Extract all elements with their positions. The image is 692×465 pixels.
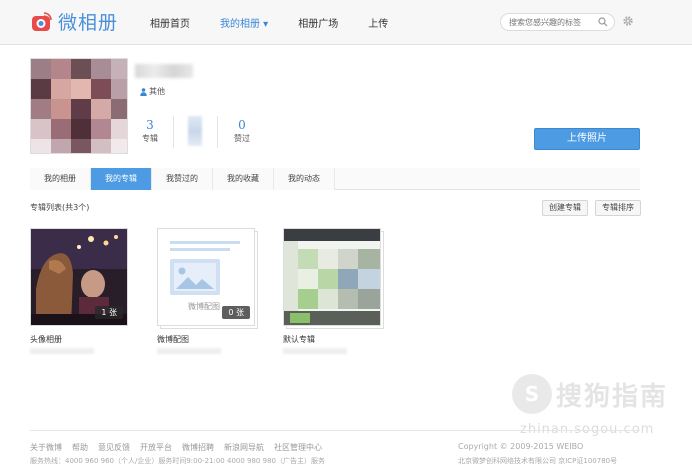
album-meta-blurred [30, 348, 94, 354]
copyright: Copyright © 2009-2015 WEIBO [458, 442, 584, 451]
logo-icon [32, 11, 52, 31]
stat-albums-label: 专辑 [142, 134, 158, 143]
upload-photo-button[interactable]: 上传照片 [534, 128, 640, 150]
stat-blurred [188, 116, 202, 146]
tab-my-albums[interactable]: 我的相册 [30, 168, 91, 190]
icp-license: 北京微梦创科网络技术有限公司 京ICP证100780号 [458, 457, 618, 465]
album-meta-blurred [283, 348, 347, 354]
footer-link[interactable]: 微博招聘 [182, 442, 214, 453]
album-card[interactable]: 默认专辑 [283, 228, 384, 354]
username-blurred [135, 64, 193, 78]
tabs-filler [335, 168, 640, 189]
caret-down-icon: ▾ [260, 19, 269, 30]
footer-divider [30, 430, 640, 431]
album-title[interactable]: 微博配图 [157, 334, 189, 345]
album-count-badge: 0 张 [222, 306, 250, 319]
footer-link[interactable]: 开放平台 [140, 442, 172, 453]
footer-link[interactable]: 社区管理中心 [274, 442, 322, 453]
search-box [500, 13, 615, 31]
stat-albums-value: 3 [146, 118, 154, 132]
album-list-title: 专辑列表(共3个) [30, 203, 90, 212]
footer-link[interactable]: 意见反馈 [98, 442, 130, 453]
top-bar: 微相册 相册首页 我的相册 ▾ 相册广场 上传 [0, 0, 692, 45]
album-count-badge: 1 张 [95, 306, 123, 319]
album-cover-image [284, 229, 380, 325]
watermark-text: 搜狗指南 [556, 381, 669, 412]
logo[interactable]: 微相册 [30, 8, 118, 35]
footer-links: 关于微博 帮助 意见反馈 开放平台 微博招聘 新浪网导航 社区管理中心 [30, 442, 332, 453]
brand-name: 微相册 [58, 12, 119, 34]
stat-albums[interactable]: 3 专辑 [138, 118, 162, 144]
watermark: S 搜狗指南 [512, 374, 668, 414]
album-placeholder-caption: 微博配图 [188, 302, 220, 311]
avatar-pixelated-image [31, 59, 127, 153]
nav-upload[interactable]: 上传 [368, 15, 388, 30]
stat-likes[interactable]: 0 赞过 [230, 118, 254, 144]
footer-link[interactable]: 关于微博 [30, 442, 62, 453]
gender-info: 其他 [140, 86, 165, 97]
tab-my-collections[interactable]: 我的专辑 [91, 168, 152, 190]
nav-my-albums[interactable]: 我的相册 ▾ [220, 15, 268, 30]
nav-square[interactable]: 相册广场 [298, 15, 338, 30]
album-card[interactable]: 1 张 头像相册 [30, 228, 130, 354]
nav-home[interactable]: 相册首页 [150, 15, 190, 30]
main-nav: 相册首页 我的相册 ▾ 相册广场 上传 [150, 0, 418, 45]
nav-my-albums-label: 我的相册 [220, 19, 260, 30]
stat-likes-value: 0 [238, 118, 246, 132]
footer-link[interactable]: 帮助 [72, 442, 88, 453]
footer-phone: 服务热线：4000 960 960（个人/企业）服务时间9:00-21:00 4… [30, 457, 325, 465]
album-meta-blurred [157, 348, 221, 354]
watermark-logo-icon: S [512, 374, 552, 414]
tab-favorites[interactable]: 我的收藏 [213, 168, 274, 190]
stat-likes-label: 赞过 [234, 134, 250, 143]
album-title[interactable]: 默认专辑 [283, 334, 315, 345]
album-cover[interactable]: 1 张 [30, 228, 128, 326]
album-title[interactable]: 头像相册 [30, 334, 62, 345]
tab-liked[interactable]: 我赞过的 [152, 168, 213, 190]
gear-icon[interactable] [622, 15, 634, 27]
album-tabs: 我的相册 我的专辑 我赞过的 我的收藏 我的动态 [30, 168, 640, 190]
footer-link[interactable]: 新浪网导航 [224, 442, 264, 453]
album-cover[interactable]: 微博配图 0 张 [157, 228, 255, 326]
create-album-button[interactable]: 创建专辑 [542, 200, 588, 216]
sort-albums-button[interactable]: 专辑排序 [595, 200, 641, 216]
person-icon [140, 87, 147, 96]
avatar[interactable] [30, 58, 128, 154]
album-card[interactable]: 微博配图 0 张 微博配图 [157, 228, 258, 354]
stat-divider [217, 116, 218, 148]
search-icon[interactable] [598, 17, 608, 27]
search-input[interactable] [509, 14, 601, 30]
gender-label: 其他 [149, 87, 165, 96]
album-cover[interactable] [283, 228, 381, 326]
stat-divider [173, 116, 174, 148]
tab-activity[interactable]: 我的动态 [274, 168, 335, 190]
